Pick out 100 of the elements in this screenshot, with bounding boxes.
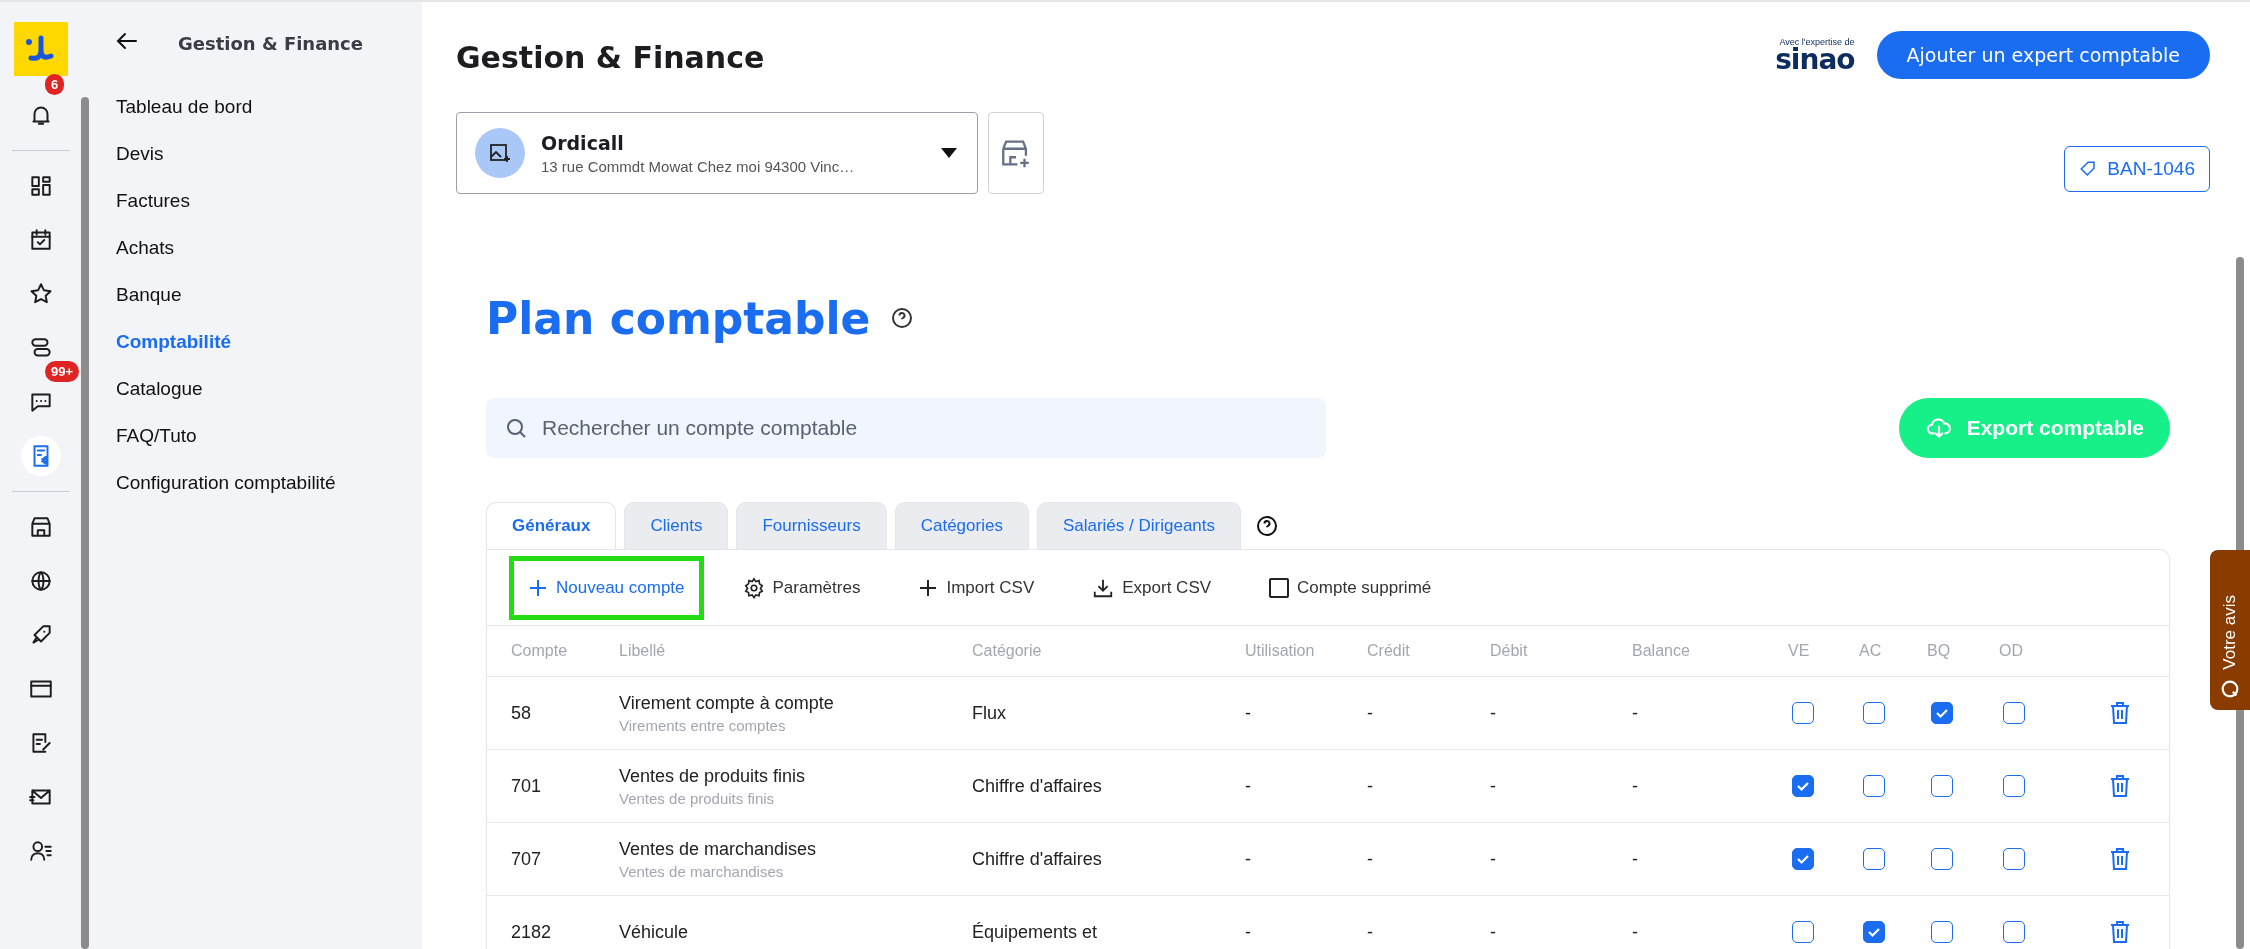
- company-selector[interactable]: Ordicall 13 rue Commdt Mowat Chez moi 94300 Vinc…: [456, 112, 978, 194]
- account-label: Ventes de marchandises: [619, 838, 818, 860]
- finance-nav-button[interactable]: [21, 436, 61, 476]
- journal-checkbox[interactable]: [2003, 921, 2025, 943]
- journal-checkbox[interactable]: [1863, 775, 1885, 797]
- sidebar-item[interactable]: FAQ/Tuto: [116, 413, 398, 460]
- plus-icon: [918, 577, 939, 598]
- sidebar-item[interactable]: Achats: [116, 225, 398, 272]
- notification-badge: 99+: [45, 361, 80, 382]
- table-cell-text: -: [1367, 921, 1374, 943]
- tab[interactable]: Salariés / Dirigeants: [1036, 502, 1241, 549]
- column-header: OD: [1999, 642, 2024, 660]
- table-cell-text: -: [1632, 775, 1639, 797]
- table-cell-text: -: [1490, 848, 1497, 870]
- account-number: 701: [511, 775, 543, 797]
- partner-logo: Avec l'expertise de sinao: [1775, 37, 1855, 73]
- column-header: Utilisation: [1245, 642, 1316, 660]
- column-header: Libellé: [619, 642, 667, 660]
- feedback-tab[interactable]: Votre avis: [2210, 550, 2250, 710]
- toolbar-button[interactable]: Paramètres: [723, 555, 880, 620]
- account-number: 2182: [511, 921, 553, 943]
- deleted-filter-checkbox[interactable]: Compte supprimé: [1250, 555, 1451, 620]
- column-header: Balance: [1632, 642, 1691, 660]
- journal-checkbox[interactable]: [1863, 848, 1885, 870]
- table-cell-text: -: [1245, 775, 1252, 797]
- calendar-icon: [28, 227, 54, 253]
- tab[interactable]: Clients: [624, 502, 729, 549]
- table-cell-text: -: [1490, 702, 1497, 724]
- journal-checkbox[interactable]: [1792, 921, 1814, 943]
- category-cell-text: Flux: [972, 702, 1007, 724]
- table-cell-text: -: [1632, 702, 1639, 724]
- category-cell-text: Chiffre d'affaires: [972, 775, 1103, 797]
- journal-checkbox[interactable]: [2003, 702, 2025, 724]
- tab[interactable]: Catégories: [894, 502, 1029, 549]
- table-cell-text: -: [1245, 702, 1252, 724]
- page-heading: Gestion & Finance: [456, 39, 765, 75]
- company-name: Ordicall: [541, 131, 625, 154]
- sidebar-title: Gestion & Finance: [178, 32, 363, 54]
- cloud-download-icon: [1924, 415, 1953, 441]
- journal-checkbox[interactable]: [1931, 848, 1953, 870]
- tab[interactable]: Généraux: [486, 502, 617, 549]
- account-label: Ventes de produits finis: [619, 765, 807, 787]
- column-header: Débit: [1490, 642, 1529, 660]
- add-store-button[interactable]: [988, 112, 1044, 194]
- sidebar-item[interactable]: Catalogue: [116, 366, 398, 413]
- settings-icon: [742, 576, 765, 599]
- table-cell-text: -: [1490, 921, 1497, 943]
- reference-tag[interactable]: BAN-1046: [2064, 146, 2210, 192]
- account-description: Virements entre comptes: [619, 716, 787, 734]
- toolbar-button[interactable]: Nouveau compte: [509, 555, 704, 620]
- sidebar-item[interactable]: Banque: [116, 272, 398, 319]
- tab[interactable]: Fournisseurs: [736, 502, 887, 549]
- journal-checkbox[interactable]: [1863, 702, 1885, 724]
- category-cell-text: Équipements et: [972, 921, 1099, 943]
- table-cell-text: -: [1245, 848, 1252, 870]
- dashboard-icon: [28, 173, 54, 199]
- category-cell-text: Chiffre d'affaires: [972, 848, 1103, 870]
- account-description: Ventes de marchandises: [619, 862, 785, 880]
- journal-checkbox[interactable]: [1792, 702, 1814, 724]
- table-cell-text: -: [1367, 775, 1374, 797]
- account-label: Virement compte à compte: [619, 692, 835, 714]
- add-accountant-button[interactable]: Ajouter un expert comptable: [1876, 31, 2210, 79]
- scrollbar[interactable]: [81, 97, 89, 949]
- plus-icon: [528, 577, 548, 598]
- journal-checkbox[interactable]: [1931, 702, 1953, 724]
- image-placeholder-icon: [475, 128, 525, 178]
- table-cell-text: -: [1490, 775, 1497, 797]
- account-description: Ventes de produits finis: [619, 789, 776, 807]
- notification-badge: 6: [45, 74, 65, 95]
- sidebar-item[interactable]: Configuration comptabilité: [116, 460, 398, 507]
- sidebar-item[interactable]: Tableau de bord: [116, 84, 398, 131]
- journal-checkbox[interactable]: [1931, 921, 1953, 943]
- table-cell-text: -: [1632, 921, 1639, 943]
- sidebar-item[interactable]: Comptabilité: [116, 319, 398, 366]
- company-address: 13 rue Commdt Mowat Chez moi 94300 Vinc…: [541, 157, 856, 175]
- users-icon: [28, 838, 54, 864]
- toolbar-button[interactable]: Export CSV: [1073, 555, 1231, 620]
- sidebar-item[interactable]: Factures: [116, 178, 398, 225]
- table-cell-text: -: [1632, 848, 1639, 870]
- journal-checkbox[interactable]: [1931, 775, 1953, 797]
- column-header: BQ: [1927, 642, 1952, 660]
- journal-checkbox[interactable]: [2003, 775, 2025, 797]
- column-header: AC: [1859, 642, 1883, 660]
- section-title: Plan comptable: [486, 292, 871, 344]
- journal-checkbox[interactable]: [2003, 848, 2025, 870]
- table-cell-text: -: [1367, 702, 1374, 724]
- reference-text: BAN-1046: [2107, 158, 2195, 180]
- column-header: Crédit: [1367, 642, 1411, 660]
- journal-checkbox[interactable]: [1792, 775, 1814, 797]
- app-logo[interactable]: [14, 22, 68, 76]
- journal-checkbox[interactable]: [1792, 848, 1814, 870]
- sidebar-item[interactable]: Devis: [116, 131, 398, 178]
- journal-checkbox[interactable]: [1863, 921, 1885, 943]
- account-number: 707: [511, 848, 543, 870]
- toolbar-button[interactable]: Import CSV: [899, 555, 1054, 620]
- tag-icon: [2079, 160, 2098, 178]
- column-header: Catégorie: [972, 642, 1043, 660]
- table-cell-text: -: [1367, 848, 1374, 870]
- search-field[interactable]: Rechercher un compte comptable: [486, 398, 1326, 458]
- table-cell-text: -: [1245, 921, 1252, 943]
